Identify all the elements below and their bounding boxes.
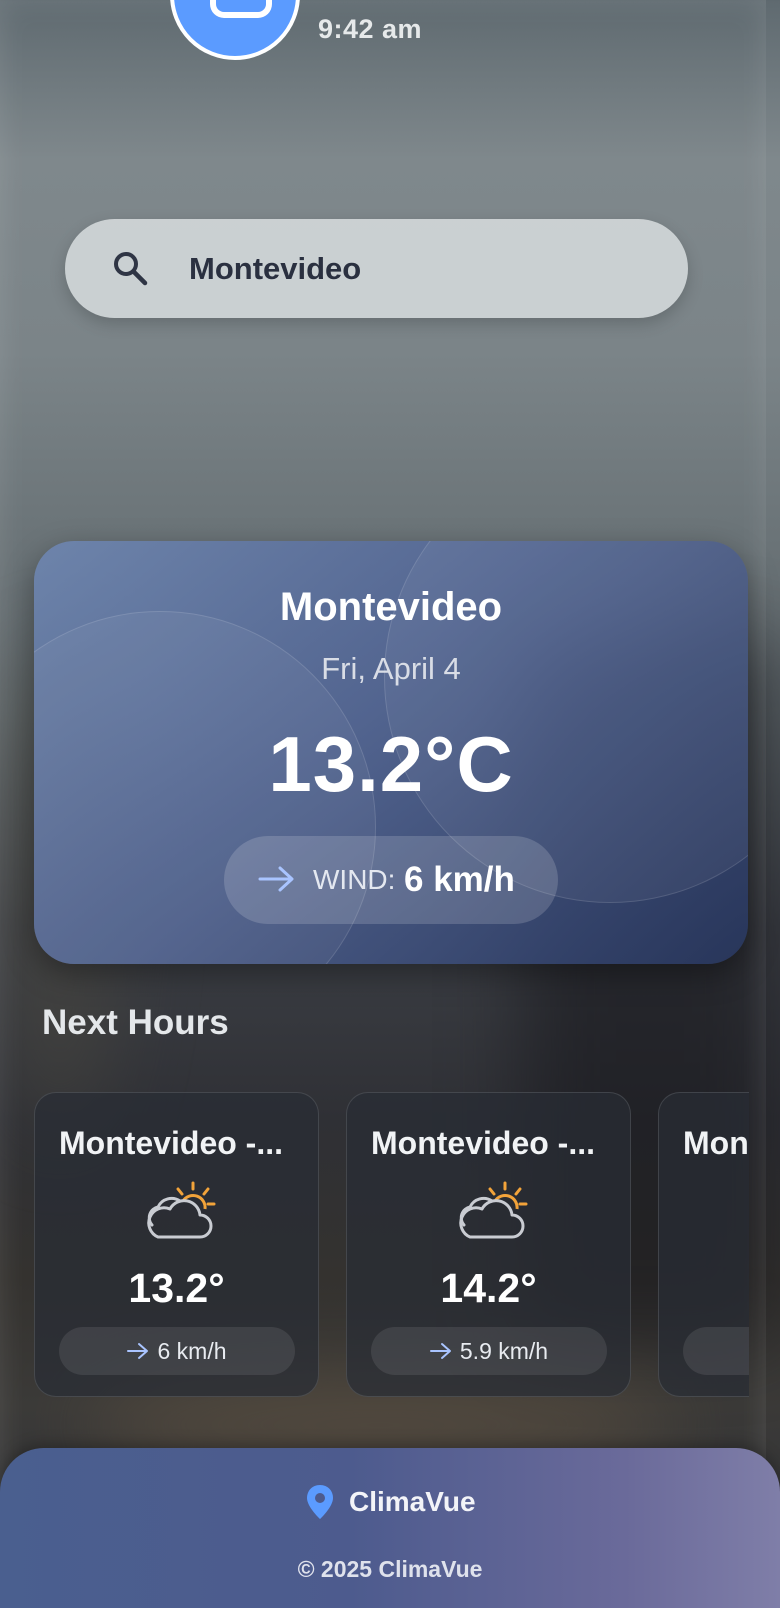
copyright-text: © 2025 ClimaVue [297,1556,483,1582]
hourly-card-title: Montevideo -... [59,1125,283,1161]
hourly-wind-badge: 5.9 km/h [371,1327,607,1375]
search-bar[interactable] [65,219,688,318]
partly-cloudy-icon [459,1181,528,1239]
wind-direction-icon [127,1343,149,1359]
app-frame: 9:42 am Montevideo Fri, April 4 13.2°C W… [0,0,780,1608]
current-weather-card: Montevideo Fri, April 4 13.2°C WIND: 6 k… [34,541,748,964]
city-name: Montevideo [279,585,503,629]
search-input[interactable] [187,245,651,293]
current-date: Fri, April 4 [321,651,461,686]
wind-badge: WIND: 6 km/h [224,836,558,924]
hourly-card-title: Mon [683,1125,749,1161]
footer: ClimaVue © 2025 ClimaVue [0,1448,780,1608]
hourly-wind-value: 5.9 km/h [459,1337,549,1364]
hourly-wind-badge [683,1327,749,1375]
partly-cloudy-icon [147,1181,216,1239]
current-temperature: 13.2°C [268,720,514,808]
avatar[interactable] [170,0,300,60]
hourly-temperature: 13.2° [128,1265,225,1311]
hourly-forecast-list[interactable]: Montevideo -... 13.2° 6 km/h Montevideo … [34,1092,749,1402]
wind-direction-icon [258,866,294,892]
hourly-card[interactable]: Montevideo -... 13.2° 6 km/h [34,1092,319,1397]
hourly-wind-value: 6 km/h [157,1337,227,1364]
avatar-glyph [210,0,272,18]
wind-value: 6 km/h [404,860,515,899]
location-pin-icon [307,1485,333,1519]
current-time: 9:42 am [318,14,423,44]
hourly-wind-badge: 6 km/h [59,1327,295,1375]
brand-name: ClimaVue [349,1486,476,1517]
footer-brand[interactable]: ClimaVue [305,1484,476,1520]
hourly-card-title: Montevideo -... [371,1125,595,1161]
hourly-card[interactable]: Montevideo -... 14.2° 5.9 km/h [346,1092,631,1397]
wind-direction-icon [429,1343,451,1359]
next-hours-title: Next Hours [42,1003,229,1042]
wind-label: WIND: [313,864,396,895]
hourly-temperature: 14.2° [440,1265,537,1311]
hourly-card[interactable]: Mon [658,1092,749,1397]
search-icon[interactable] [111,249,149,287]
